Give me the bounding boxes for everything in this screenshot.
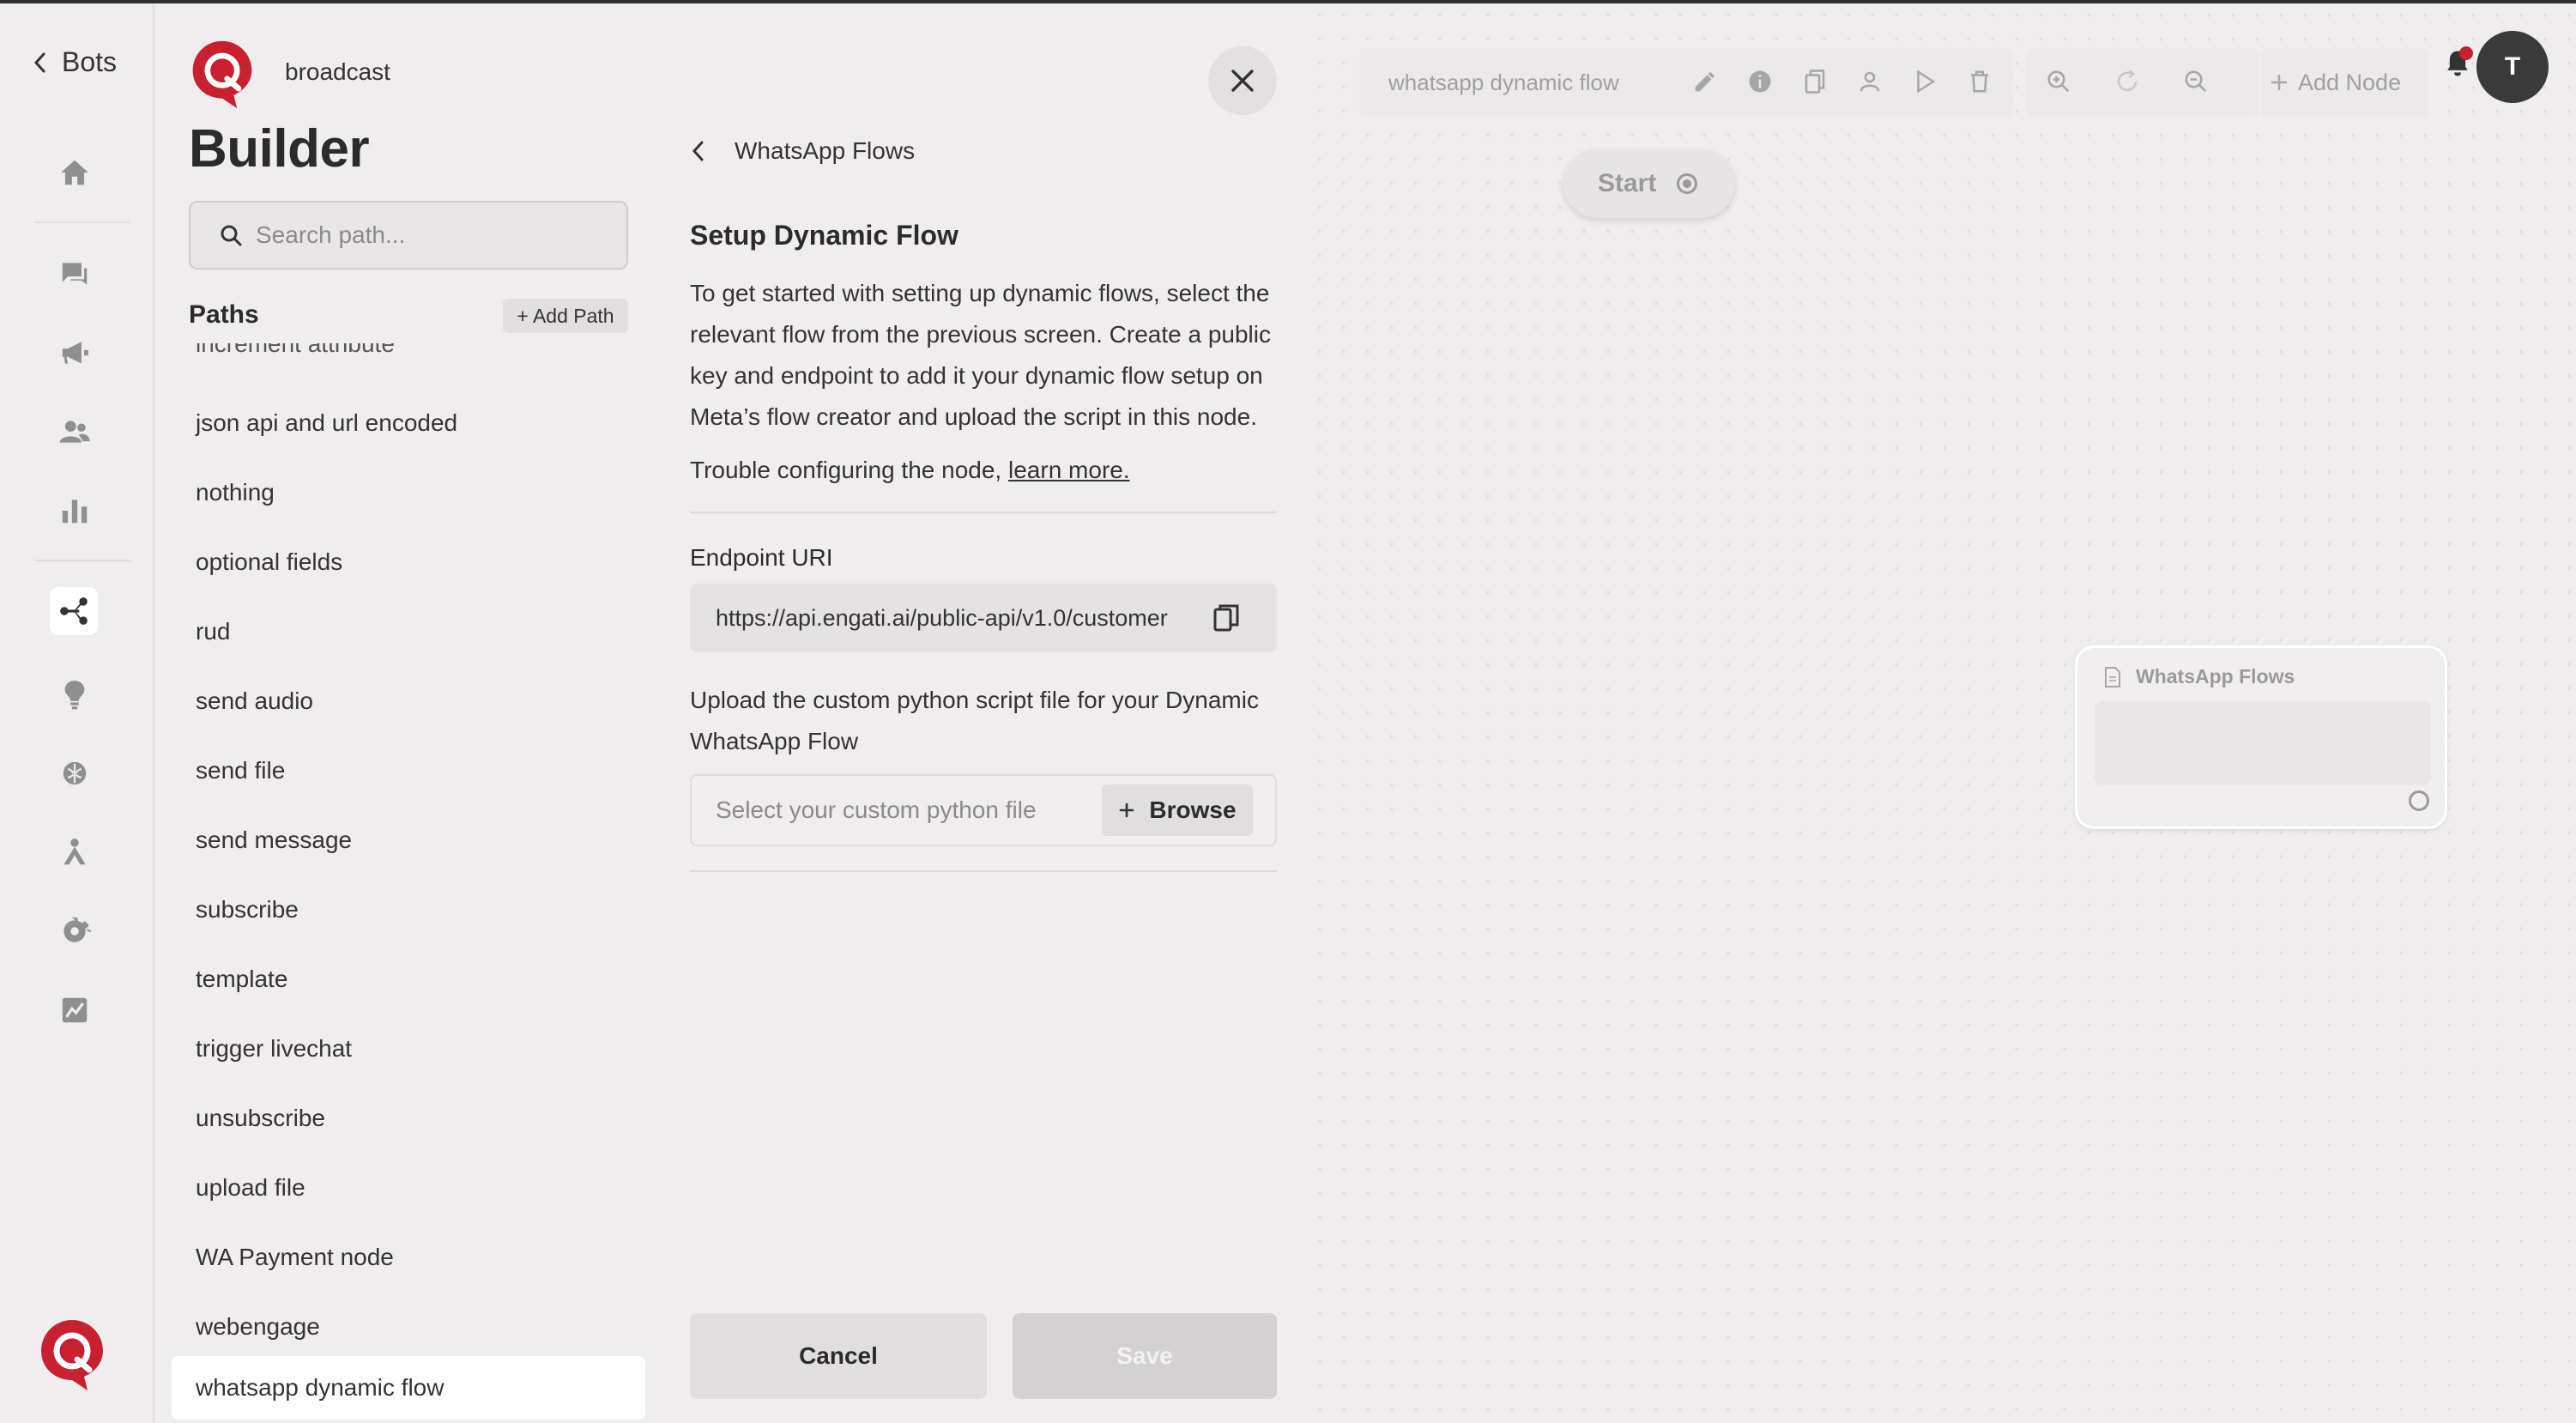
node-config-panel: WhatsApp Flows Setup Dynamic Flow To get… xyxy=(652,3,1308,1423)
megaphone-icon[interactable] xyxy=(53,331,96,374)
path-item[interactable]: optional fields xyxy=(172,530,645,594)
section-divider xyxy=(690,512,1277,513)
document-icon xyxy=(2105,666,2120,687)
path-item[interactable]: template xyxy=(172,948,645,1011)
path-item[interactable]: increment attribute xyxy=(172,343,645,376)
flow-toolbar: whatsapp dynamic flow xyxy=(1359,48,2013,117)
play-icon[interactable] xyxy=(1912,69,1938,94)
breadcrumb-label: WhatsApp Flows xyxy=(735,137,916,164)
trouble-text: Trouble configuring the node, learn more… xyxy=(690,457,1130,484)
chevron-left-icon xyxy=(33,52,45,72)
left-rail: Bots xyxy=(0,3,154,1423)
plus-icon xyxy=(2271,75,2287,90)
path-item[interactable]: json api and url encoded xyxy=(172,391,645,455)
chat-icon[interactable] xyxy=(53,252,96,295)
node-output-port-icon[interactable] xyxy=(2409,790,2429,811)
rail-divider xyxy=(34,221,130,223)
duplicate-icon[interactable] xyxy=(1802,69,1828,94)
close-icon xyxy=(1231,70,1254,92)
search-box xyxy=(189,201,628,269)
paths-panel: broadcast Builder Paths + Add Path incre… xyxy=(156,3,652,1423)
engati-logo xyxy=(41,1320,103,1390)
path-item[interactable]: nothing xyxy=(172,461,645,524)
learn-more-link[interactable]: learn more. xyxy=(1008,457,1130,483)
home-icon[interactable] xyxy=(53,151,96,194)
whatsapp-flows-node[interactable]: WhatsApp Flows xyxy=(2075,645,2447,829)
edit-icon[interactable] xyxy=(1692,69,1718,94)
add-node-button[interactable]: Add Node xyxy=(2260,48,2428,117)
back-to-bots-link[interactable]: Bots xyxy=(31,46,117,78)
paths-heading: Paths xyxy=(189,300,259,329)
page-title: Builder xyxy=(189,119,370,179)
save-button[interactable]: Save xyxy=(1013,1313,1277,1399)
analytics-icon[interactable] xyxy=(53,489,96,532)
path-item[interactable]: send audio xyxy=(172,669,645,733)
endpoint-field: https://api.engati.ai/public-api/v1.0/cu… xyxy=(690,584,1277,652)
path-item[interactable]: send file xyxy=(172,739,645,802)
zoom-controls xyxy=(2027,48,2259,117)
search-icon xyxy=(221,225,242,246)
close-button[interactable] xyxy=(1208,46,1277,115)
path-item[interactable]: WA Payment node xyxy=(172,1226,645,1289)
cancel-button[interactable]: Cancel xyxy=(690,1313,987,1399)
file-input[interactable]: Select your custom python file Browse xyxy=(690,774,1277,846)
chevron-left-icon xyxy=(692,141,704,161)
path-item[interactable]: webengage xyxy=(172,1295,645,1359)
file-placeholder: Select your custom python file xyxy=(716,796,1037,823)
hierarchy-icon[interactable] xyxy=(53,831,96,874)
endpoint-value: https://api.engati.ai/public-api/v1.0/cu… xyxy=(716,604,1168,631)
path-item[interactable]: send message xyxy=(172,808,645,872)
node-header: WhatsApp Flows xyxy=(2103,665,2295,688)
breadcrumb[interactable]: WhatsApp Flows xyxy=(690,137,915,165)
bot-name: broadcast xyxy=(285,58,390,85)
info-icon[interactable] xyxy=(1747,69,1773,94)
avatar[interactable]: T xyxy=(2476,31,2549,103)
path-item[interactable]: subscribe xyxy=(172,878,645,942)
start-node[interactable]: Start xyxy=(1563,149,1735,218)
brain-icon[interactable] xyxy=(53,752,96,795)
path-item-selected[interactable]: whatsapp dynamic flow xyxy=(172,1356,645,1420)
browse-label: Browse xyxy=(1149,796,1237,823)
path-item[interactable]: rud xyxy=(172,600,645,663)
start-port-icon[interactable] xyxy=(1677,173,1698,194)
endpoint-label: Endpoint URI xyxy=(690,544,833,571)
node-title: WhatsApp Flows xyxy=(2136,665,2295,687)
lightbulb-icon[interactable] xyxy=(53,673,96,716)
start-label: Start xyxy=(1598,169,1657,197)
gear-icon[interactable] xyxy=(53,910,96,953)
browse-button[interactable]: Browse xyxy=(1102,784,1253,836)
builder-flow-icon[interactable] xyxy=(50,587,98,635)
integrations-icon[interactable] xyxy=(53,989,96,1032)
flow-name[interactable]: whatsapp dynamic flow xyxy=(1388,70,1663,96)
trash-icon[interactable] xyxy=(1967,69,1992,94)
path-item[interactable]: upload file xyxy=(172,1156,645,1220)
user-icon[interactable] xyxy=(1857,69,1883,94)
plus-icon xyxy=(1120,802,1134,818)
rail-divider xyxy=(34,560,130,561)
users-icon[interactable] xyxy=(53,410,96,453)
zoom-in-icon[interactable] xyxy=(2046,69,2071,94)
section-divider xyxy=(690,870,1277,872)
add-path-button[interactable]: + Add Path xyxy=(503,299,628,333)
search-input[interactable] xyxy=(256,221,599,249)
path-item[interactable]: trigger livechat xyxy=(172,1017,645,1081)
copy-icon[interactable] xyxy=(1212,603,1241,633)
reset-zoom-icon[interactable] xyxy=(2114,69,2140,94)
add-node-label: Add Node xyxy=(2298,69,2402,95)
zoom-out-icon[interactable] xyxy=(2183,69,2209,94)
paths-list: increment attribute json api and url enc… xyxy=(156,343,652,1423)
bots-label: Bots xyxy=(62,46,118,77)
notification-dot xyxy=(2459,46,2473,60)
setup-title: Setup Dynamic Flow xyxy=(690,220,958,251)
engati-logo xyxy=(192,40,252,109)
node-body xyxy=(2095,701,2431,785)
path-item[interactable]: unsubscribe xyxy=(172,1087,645,1150)
upload-label: Upload the custom python script file for… xyxy=(690,687,1259,754)
trouble-prefix: Trouble configuring the node, xyxy=(690,457,1002,483)
setup-description: To get started with setting up dynamic f… xyxy=(690,280,1271,430)
notifications-button[interactable] xyxy=(2432,38,2483,89)
flow-canvas[interactable]: whatsapp dynamic flow Add Node T Start W… xyxy=(1308,3,2576,1423)
